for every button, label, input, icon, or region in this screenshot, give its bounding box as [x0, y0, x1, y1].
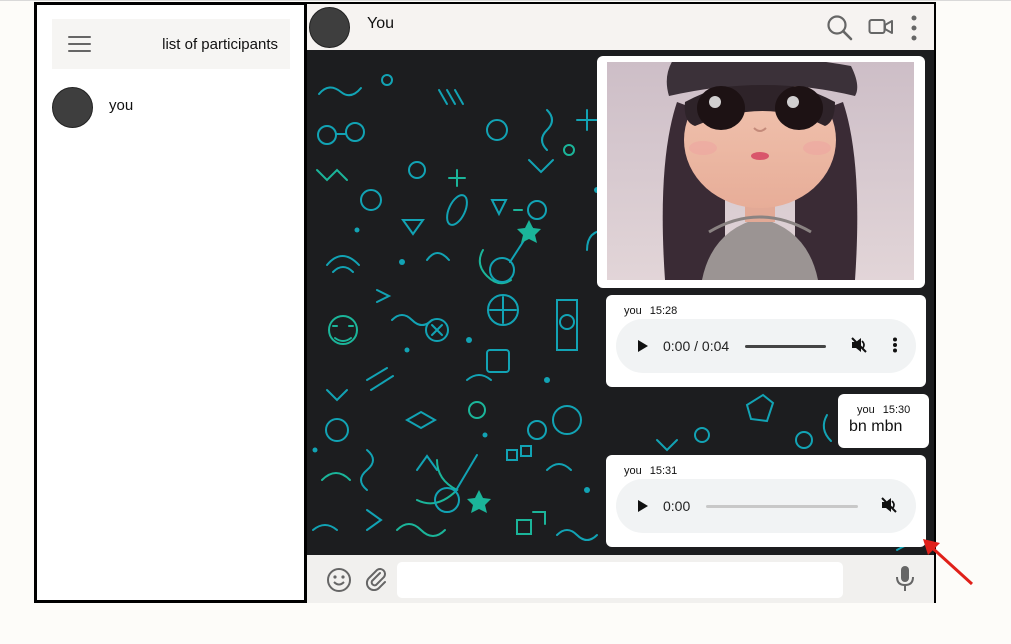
shared-photo[interactable]	[607, 62, 914, 280]
chat-messages-area[interactable]: you 15:28 0:00 / 0:04 you 15:30 bn mbn y…	[307, 50, 934, 555]
image-message[interactable]	[597, 56, 925, 288]
play-icon[interactable]	[638, 500, 648, 512]
message-sender: you	[624, 305, 642, 317]
message-input[interactable]	[397, 562, 843, 598]
chat-header: You	[307, 4, 934, 50]
play-icon[interactable]	[638, 340, 648, 352]
participants-sidebar: list of participants you	[34, 2, 306, 603]
participant-avatar	[52, 87, 93, 128]
audio-message[interactable]: you 15:28 0:00 / 0:04	[606, 295, 926, 387]
annotation-arrow-icon	[923, 539, 974, 586]
message-text: bn mbn	[849, 418, 903, 435]
audio-player[interactable]: 0:00	[616, 479, 916, 533]
audio-player[interactable]: 0:00 / 0:04	[616, 319, 916, 373]
more-vertical-icon[interactable]	[910, 15, 918, 41]
message-composer	[307, 555, 934, 603]
message-time: 15:31	[649, 465, 678, 477]
emoji-icon[interactable]	[326, 567, 352, 593]
sidebar-header: list of participants	[52, 19, 290, 69]
microphone-icon[interactable]	[895, 565, 915, 593]
sidebar-title: list of participants	[162, 36, 278, 53]
search-icon[interactable]	[826, 14, 854, 42]
video-camera-icon[interactable]	[868, 16, 894, 38]
message-time: 15:30	[882, 404, 911, 416]
audio-progress-bar[interactable]	[745, 345, 826, 348]
top-divider	[0, 0, 1011, 1]
muted-speaker-icon[interactable]	[880, 496, 898, 514]
audio-progress-bar[interactable]	[706, 505, 858, 508]
audio-time: 0:00 / 0:04	[663, 338, 730, 354]
audio-message[interactable]: you 15:31 0:00	[606, 455, 926, 547]
message-sender: you	[857, 404, 875, 416]
participant-item[interactable]: you	[52, 87, 290, 129]
chat-title: You	[367, 15, 394, 32]
chat-panel: You you 15:28 0:00 / 0:04 you 15:30 bn m…	[306, 2, 936, 603]
message-meta: you 15:30	[857, 404, 910, 416]
participant-name: you	[109, 97, 134, 114]
message-sender: you	[624, 465, 642, 477]
message-meta: you 15:28	[624, 305, 677, 317]
message-meta: you 15:31	[624, 465, 677, 477]
attachment-icon[interactable]	[364, 567, 388, 591]
muted-speaker-icon[interactable]	[850, 336, 868, 354]
hamburger-menu-icon[interactable]	[68, 36, 91, 53]
message-time: 15:28	[649, 305, 678, 317]
more-vertical-icon[interactable]	[892, 337, 898, 353]
chat-avatar[interactable]	[309, 7, 350, 48]
audio-time: 0:00	[663, 498, 691, 514]
text-message[interactable]: you 15:30 bn mbn	[838, 394, 929, 448]
